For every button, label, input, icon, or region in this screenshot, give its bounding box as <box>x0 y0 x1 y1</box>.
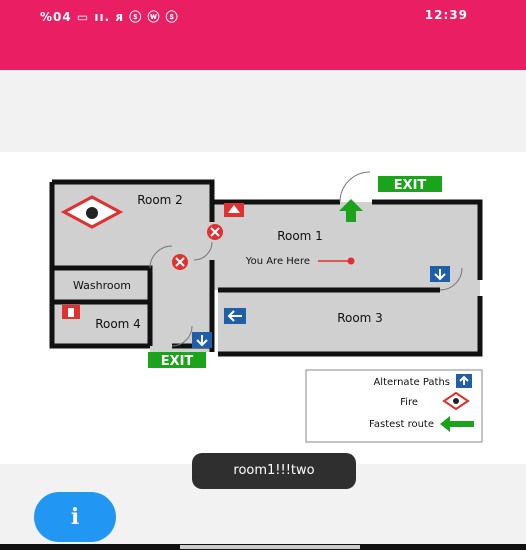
status-icons: %04 ▭ ıı. ᴙ ⓢ ⓦ ⓢ <box>40 10 179 24</box>
floor-plan-map[interactable]: EXIT EXIT Room 2 Room 1 Room 3 Room 4 Wa… <box>0 152 526 464</box>
status-time: 12:39 <box>424 8 468 22</box>
blocked-marker-icon <box>207 224 223 240</box>
app-bar <box>0 34 526 70</box>
toast-message: room1!!!two <box>192 453 356 489</box>
info-icon: i <box>70 504 80 530</box>
system-nav-bar <box>0 544 526 550</box>
room-2-label: Room 2 <box>137 193 183 207</box>
header-area <box>0 70 526 152</box>
alternate-arrow-left-icon <box>224 308 246 324</box>
info-button[interactable]: i <box>34 492 116 542</box>
room-3-label: Room 3 <box>337 311 383 325</box>
you-are-here-label: You Are Here <box>245 256 310 267</box>
legend-alternate-icon <box>456 374 472 388</box>
home-indicator[interactable] <box>180 545 360 549</box>
alternate-arrow-down-icon <box>430 266 450 282</box>
room-4-label: Room 4 <box>95 317 141 331</box>
room-2-area <box>52 182 212 268</box>
location-marker-icon <box>347 257 355 265</box>
alternate-arrow-down-icon <box>192 332 212 348</box>
exit-label-bottom: EXIT <box>161 354 194 369</box>
exit-label-top: EXIT <box>394 178 427 193</box>
blocked-marker-icon <box>172 254 188 270</box>
legend-alternate-label: Alternate Paths <box>373 377 450 388</box>
room-1-label: Room 1 <box>277 229 323 243</box>
legend-fastest-label: Fastest route <box>369 419 434 430</box>
status-bar: %04 ▭ ıı. ᴙ ⓢ ⓦ ⓢ 12:39 <box>0 0 526 34</box>
legend-fire-label: Fire <box>400 397 418 408</box>
washroom-label: Washroom <box>73 279 131 292</box>
